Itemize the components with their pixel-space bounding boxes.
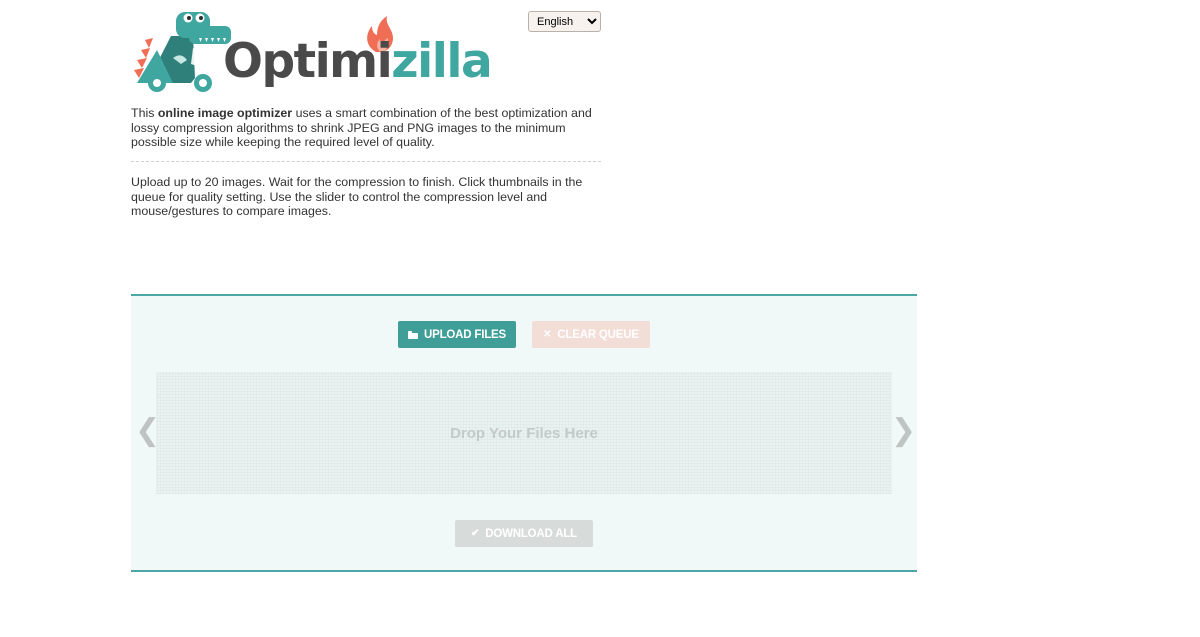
logo-word-optimi: Optimi	[223, 34, 393, 89]
upload-files-button[interactable]: UPLOAD FILES	[398, 321, 516, 348]
close-icon: ✕	[543, 328, 552, 340]
divider	[131, 161, 601, 162]
clear-queue-button[interactable]: ✕ CLEAR QUEUE	[532, 321, 650, 348]
compression-panel: UPLOAD FILES ✕ CLEAR QUEUE ❮ Drop Your F…	[131, 294, 917, 572]
drop-zone[interactable]: Drop Your Files Here	[156, 372, 892, 494]
language-select[interactable]: English	[528, 11, 601, 32]
next-arrow-icon[interactable]: ❯	[891, 413, 916, 449]
intro-lead: This	[131, 106, 158, 120]
upload-files-label: UPLOAD FILES	[424, 328, 506, 341]
prev-arrow-icon[interactable]: ❮	[135, 413, 160, 449]
logo-wordmark: Optimizilla	[223, 38, 493, 85]
folder-open-icon	[408, 330, 419, 339]
download-all-label: DOWNLOAD ALL	[485, 527, 577, 540]
check-icon: ✔	[471, 527, 480, 539]
optimizilla-logo[interactable]: Optimizilla	[131, 8, 493, 93]
download-all-button[interactable]: ✔ DOWNLOAD ALL	[455, 520, 593, 547]
instructions-paragraph: Upload up to 20 images. Wait for the com…	[131, 175, 583, 219]
logo-word-zilla: zilla	[391, 34, 492, 89]
intro-bold: online image optimizer	[157, 106, 293, 120]
page: Optimizilla English This online image op…	[0, 0, 1200, 637]
clear-queue-label: CLEAR QUEUE	[557, 328, 639, 341]
intro-paragraph: This online image optimizer uses a smart…	[131, 106, 601, 150]
drop-zone-text: Drop Your Files Here	[450, 424, 598, 442]
